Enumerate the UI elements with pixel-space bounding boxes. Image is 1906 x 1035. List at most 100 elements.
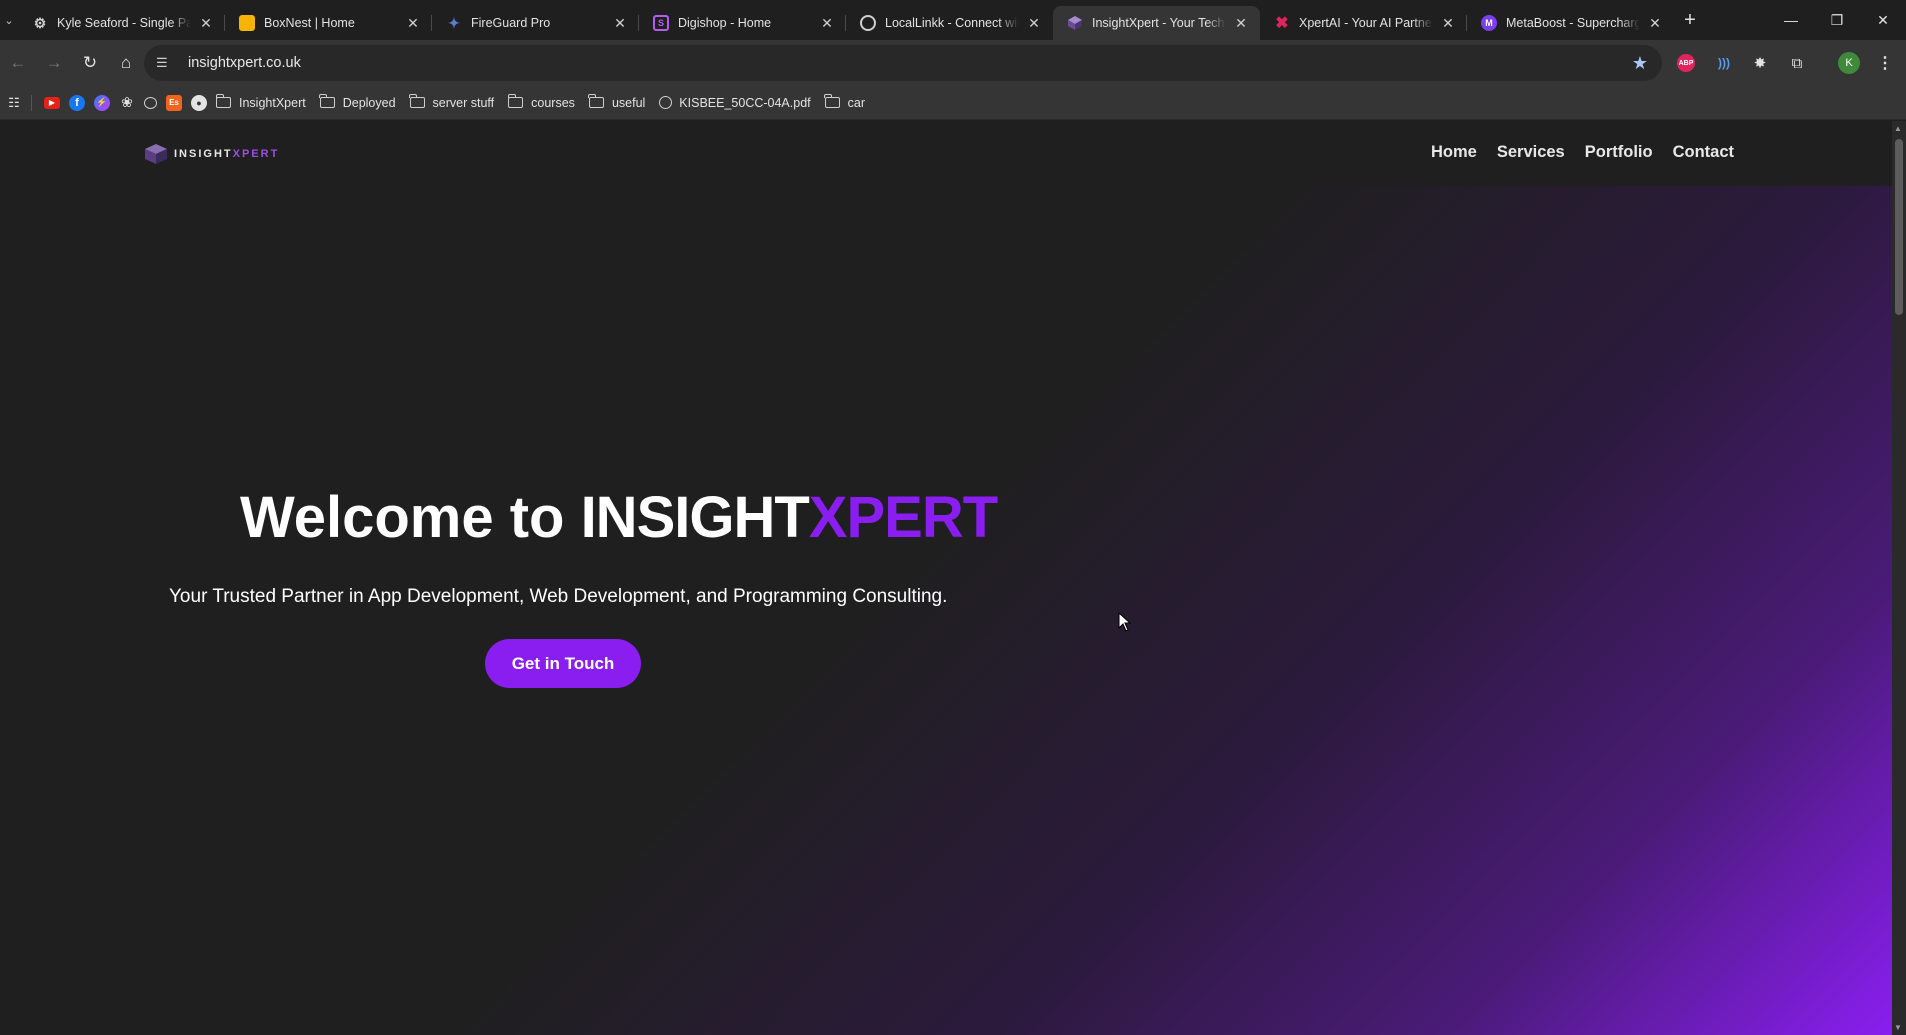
restore-icon[interactable]: ❐ (1814, 0, 1860, 40)
adblock-icon[interactable]: ABP (1677, 54, 1695, 72)
facebook-icon: f (69, 94, 85, 111)
nav-link-portfolio[interactable]: Portfolio (1585, 143, 1653, 162)
hero-title-brand: INSIGHT (580, 485, 810, 550)
close-icon[interactable]: ✕ (1232, 14, 1250, 32)
bookmark-folder-server-stuff[interactable]: server stuff (409, 94, 494, 110)
tab-boxnest[interactable]: BoxNest | Home ✕ (225, 6, 432, 40)
folder-icon (824, 94, 840, 108)
folder-icon (588, 94, 604, 108)
bookmark-folder-deployed[interactable]: Deployed (319, 94, 396, 110)
x-logo-icon: ✖ (1275, 15, 1289, 32)
tab-kyle-seaford[interactable]: ⚙ Kyle Seaford - Single Page ✕ (18, 6, 225, 40)
bookmark-label: car (847, 95, 865, 110)
menu-dots-icon[interactable]: ⋮ (1874, 52, 1896, 74)
home-icon[interactable]: ⌂ (108, 45, 144, 81)
close-icon[interactable]: ✕ (1025, 14, 1043, 32)
forward-icon[interactable]: → (36, 45, 72, 81)
bookmark-label: useful (611, 95, 646, 110)
bookmark-kisbee-pdf[interactable]: KISBEE_50CC-04A.pdf (659, 95, 811, 110)
tab-xpertai[interactable]: ✖ XpertAI - Your AI Partner ✕ (1260, 6, 1467, 40)
close-icon[interactable]: ✕ (611, 14, 629, 32)
bookmark-folder-insightxpert[interactable]: InsightXpert (215, 94, 306, 110)
nav-link-home[interactable]: Home (1431, 143, 1477, 162)
bookmark-label: KISBEE_50CC-04A.pdf (679, 95, 811, 110)
mouse-cursor-icon (1118, 612, 1132, 632)
hero-title-prefix: Welcome to (240, 485, 581, 550)
bookmarks-bar: ☷ ▶ f ⚡ ❀ Es ● InsightXpert Deployed ser… (0, 86, 1906, 120)
new-tab-button[interactable]: + (1674, 0, 1706, 40)
bookmark-folder-car[interactable]: car (824, 94, 865, 110)
bookmark-star-icon[interactable]: ★ (1632, 53, 1648, 74)
back-icon[interactable]: ← (0, 45, 36, 81)
logo-text-main: INSIGHT (174, 148, 233, 160)
close-icon[interactable]: ✕ (818, 14, 836, 32)
box-icon (239, 15, 255, 31)
tab-fireguard[interactable]: ✦ FireGuard Pro ✕ (432, 6, 639, 40)
grid-icon: ☷ (8, 94, 20, 110)
tab-locallinkk[interactable]: LocalLinkk - Connect with ✕ (846, 6, 1053, 40)
tab-title: XpertAI - Your AI Partner (1299, 16, 1433, 30)
get-in-touch-button[interactable]: Get in Touch (485, 639, 641, 688)
reload-icon[interactable]: ↻ (72, 45, 108, 81)
chat-bubble-icon (144, 96, 157, 109)
hero-subtitle: Your Trusted Partner in App Development,… (169, 586, 948, 607)
tab-search-icon[interactable]: ⌄ (0, 0, 18, 40)
bookmark-github[interactable]: ● (191, 94, 207, 111)
logo-wordmark: INSIGHTXPERT (174, 148, 279, 160)
address-bar[interactable]: ☰ insightxpert.co.uk ★ (144, 45, 1662, 81)
messenger-icon: ⚡ (94, 94, 110, 111)
extension-wave-icon[interactable]: ))) (1713, 52, 1735, 74)
folder-icon (215, 94, 231, 108)
tab-title: MetaBoost - Supercharge (1506, 16, 1640, 30)
extension-gear-icon[interactable]: ✸ (1749, 52, 1771, 74)
bookmark-folder-useful[interactable]: useful (588, 94, 646, 110)
logo-text-accent: XPERT (232, 148, 280, 160)
close-icon[interactable]: ✕ (1646, 14, 1664, 32)
tab-title: Digishop - Home (678, 16, 772, 30)
bookmark-chat[interactable] (144, 96, 157, 109)
cube-icon (1067, 15, 1083, 31)
bookmark-label: InsightXpert (239, 95, 306, 110)
bookmark-youtube[interactable]: ▶ (44, 96, 60, 109)
bookmark-folder-courses[interactable]: courses (507, 94, 575, 110)
browser-toolbar: ← → ↻ ⌂ ☰ insightxpert.co.uk ★ ABP ))) ✸… (0, 40, 1906, 86)
web-page: INSIGHTXPERT Home Services Portfolio Con… (0, 121, 1892, 1035)
github-icon: ● (191, 94, 207, 111)
site-logo[interactable]: INSIGHTXPERT (144, 143, 279, 165)
close-icon[interactable]: ✕ (404, 14, 422, 32)
close-window-icon[interactable]: ✕ (1860, 0, 1906, 40)
shield-icon: ✦ (448, 14, 460, 31)
folder-icon (409, 94, 425, 108)
bookmarks-divider (31, 94, 32, 111)
bookmark-messenger[interactable]: ⚡ (94, 94, 110, 111)
etsy-icon: Es (166, 94, 182, 111)
page-scrollbar[interactable]: ▲ ▼ (1892, 121, 1906, 1035)
profile-avatar[interactable]: K (1838, 52, 1860, 74)
hero-title-accent: XPERT (808, 485, 998, 550)
bookmark-facebook[interactable]: f (69, 94, 85, 111)
folder-icon (507, 94, 524, 108)
minimize-icon[interactable]: — (1768, 0, 1814, 40)
link-icon (860, 15, 876, 31)
tab-metaboost[interactable]: M MetaBoost - Supercharge ✕ (1467, 6, 1674, 40)
gear-icon: ⚙ (33, 14, 47, 31)
url-text[interactable]: insightxpert.co.uk (188, 55, 301, 71)
bookmark-chatgpt[interactable]: ❀ (119, 94, 135, 111)
apps-grid-icon[interactable]: ☷ (6, 95, 22, 111)
site-info-icon[interactable]: ☰ (156, 55, 176, 71)
scrollbar-thumb[interactable] (1895, 139, 1903, 315)
scroll-up-icon[interactable]: ▲ (1894, 124, 1902, 133)
nav-link-contact[interactable]: Contact (1673, 143, 1734, 162)
close-icon[interactable]: ✕ (197, 14, 215, 32)
extensions-puzzle-icon[interactable]: ⧉ (1786, 52, 1808, 74)
bookmark-etsy[interactable]: Es (166, 94, 182, 111)
tab-digishop[interactable]: S Digishop - Home ✕ (639, 6, 846, 40)
digishop-icon: S (653, 15, 669, 31)
tab-insightxpert[interactable]: InsightXpert - Your Tech P ✕ (1053, 6, 1260, 40)
folder-icon (319, 94, 335, 108)
close-icon[interactable]: ✕ (1439, 14, 1457, 32)
scroll-down-icon[interactable]: ▼ (1894, 1023, 1902, 1032)
tab-title: Kyle Seaford - Single Page (57, 16, 191, 30)
nav-link-services[interactable]: Services (1497, 143, 1565, 162)
hero-title: Welcome to INSIGHTXPERT (240, 484, 998, 551)
